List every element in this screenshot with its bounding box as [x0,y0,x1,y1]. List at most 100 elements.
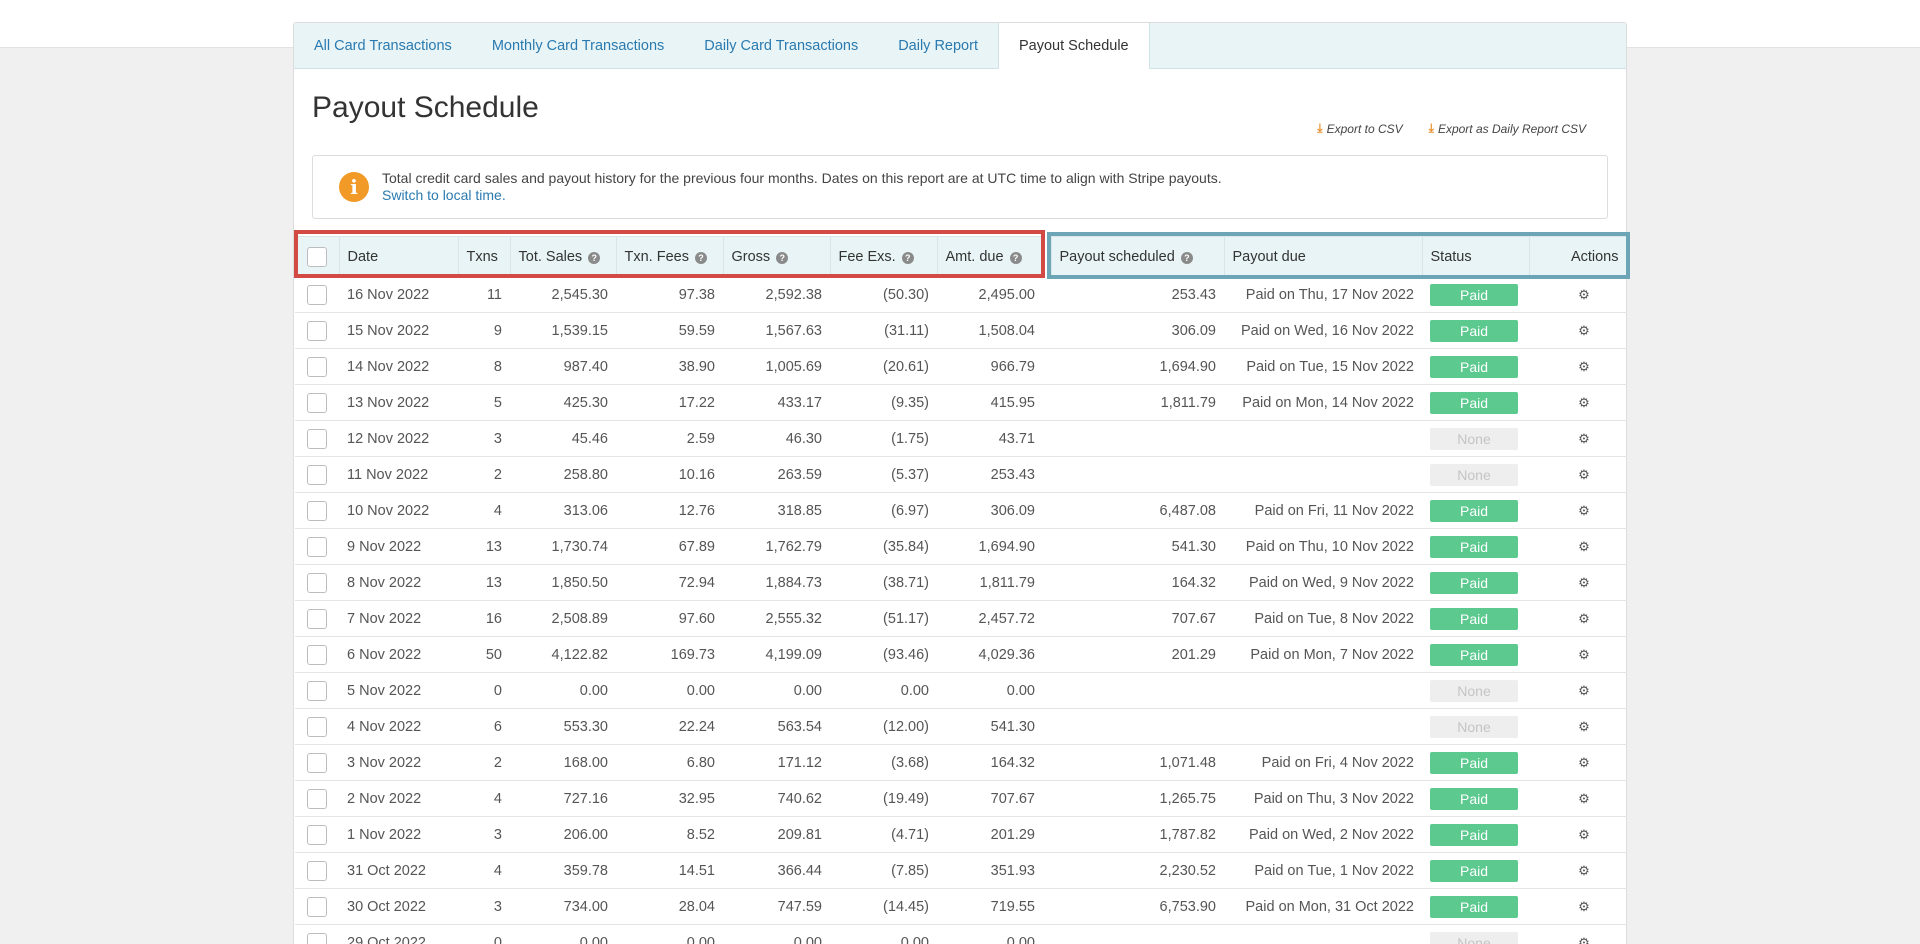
gear-icon[interactable]: ⚙ [1578,287,1590,302]
gear-icon[interactable]: ⚙ [1578,791,1590,806]
col-txn-fees[interactable]: Txn. Fees ? [616,236,724,277]
gear-icon[interactable]: ⚙ [1578,503,1590,518]
gear-icon[interactable]: ⚙ [1578,899,1590,914]
row-checkbox[interactable] [307,860,327,881]
cell-txns: 0 [458,924,510,944]
table-row[interactable]: 12 Nov 2022 3 45.46 2.59 46.30 (1.75) 43.71 Non… [295,420,1627,457]
gear-icon[interactable]: ⚙ [1578,395,1590,410]
gear-icon[interactable]: ⚙ [1578,935,1590,944]
table-row[interactable]: 14 Nov 2022 8 987.40 38.90 1,005.69 (20.61) 96… [295,348,1627,385]
table-row[interactable]: 5 Nov 2022 0 0.00 0.00 0.00 0.00 0.00 None ⚙ [295,672,1627,709]
gear-icon[interactable]: ⚙ [1578,575,1590,590]
gear-icon[interactable]: ⚙ [1578,827,1590,842]
col-txns[interactable]: Txns [458,236,511,277]
table-row[interactable]: 16 Nov 2022 11 2,545.30 97.38 2,592.38 (50.30… [295,276,1627,313]
table-row[interactable]: 13 Nov 2022 5 425.30 17.22 433.17 (9.35) 415.9… [295,384,1627,421]
table-row[interactable]: 6 Nov 2022 50 4,122.82 169.73 4,199.09 (93.46… [295,636,1627,673]
table-row[interactable]: 30 Oct 2022 3 734.00 28.04 747.59 (14.45) 719.… [295,888,1627,925]
question-circle-icon[interactable]: ? [588,251,601,264]
gear-icon[interactable]: ⚙ [1578,683,1590,698]
row-checkbox[interactable] [307,788,327,809]
cell-amt-due: 201.29 [937,816,1043,853]
col-date[interactable]: Date [339,236,459,277]
row-checkbox[interactable] [307,464,327,485]
row-checkbox[interactable] [307,392,327,413]
row-checkbox[interactable] [307,572,327,593]
tab-monthly-card-transactions[interactable]: Monthly Card Transactions [472,23,684,68]
table-row[interactable]: 7 Nov 2022 16 2,508.89 97.60 2,555.32 (51.17)… [295,600,1627,637]
switch-local-time-link[interactable]: Switch to local time. [382,187,1222,204]
status-badge: None [1430,931,1518,944]
row-checkbox[interactable] [307,824,327,845]
col-payout-due[interactable]: Payout due [1224,236,1423,277]
cell-payout-due: Paid on Mon, 7 Nov 2022 [1224,636,1422,673]
col-fee-exs-label: Fee Exs. [838,248,896,265]
col-fee-exs[interactable]: Fee Exs. ? [830,236,938,277]
col-tot-sales[interactable]: Tot. Sales ? [510,236,617,277]
question-circle-icon[interactable]: ? [776,251,789,264]
table-row[interactable]: 1 Nov 2022 3 206.00 8.52 209.81 (4.71) 201.29 1… [295,816,1627,853]
table-row[interactable]: 15 Nov 2022 9 1,539.15 59.59 1,567.63 (31.11)… [295,312,1627,349]
cell-date: 30 Oct 2022 [339,888,458,925]
row-checkbox[interactable] [307,356,327,377]
cell-txns: 6 [458,708,510,745]
cell-txns: 3 [458,816,510,853]
cell-amt-due: 4,029.36 [937,636,1043,673]
table-body: 16 Nov 2022 11 2,545.30 97.38 2,592.38 (50.30… [295,276,1627,944]
col-gross[interactable]: Gross ? [723,236,831,277]
question-circle-icon[interactable]: ? [1180,251,1193,264]
row-checkbox[interactable] [307,716,327,737]
gear-icon[interactable]: ⚙ [1578,359,1590,374]
row-checkbox[interactable] [307,284,327,305]
cell-actions: ⚙ [1529,708,1627,745]
table-row[interactable]: 4 Nov 2022 6 553.30 22.24 563.54 (12.00) 541.3… [295,708,1627,745]
gear-icon[interactable]: ⚙ [1578,611,1590,626]
row-checkbox[interactable] [307,320,327,341]
cell-actions: ⚙ [1529,600,1627,637]
gear-icon[interactable]: ⚙ [1578,647,1590,662]
question-circle-icon[interactable]: ? [1009,251,1022,264]
cell-status: None [1422,924,1529,944]
cell-amt-due: 541.30 [937,708,1043,745]
gear-icon[interactable]: ⚙ [1578,323,1590,338]
tab-daily-report[interactable]: Daily Report [878,23,998,68]
cell-tot-sales: 45.46 [510,420,616,457]
export-csv-link[interactable]: ⤓ Export to CSV [1317,121,1402,136]
gear-icon[interactable]: ⚙ [1578,719,1590,734]
cell-fee-exs: (14.45) [830,888,937,925]
table-row[interactable]: 11 Nov 2022 2 258.80 10.16 263.59 (5.37) 253.4… [295,456,1627,493]
table-row[interactable]: 8 Nov 2022 13 1,850.50 72.94 1,884.73 (38.71)… [295,564,1627,601]
col-status[interactable]: Status [1422,236,1530,277]
tab-payout-schedule[interactable]: Payout Schedule [997,23,1150,69]
table-row[interactable]: 3 Nov 2022 2 168.00 6.80 171.12 (3.68) 164.32 1… [295,744,1627,781]
row-checkbox[interactable] [307,752,327,773]
row-checkbox[interactable] [307,680,327,701]
cell-status: Paid [1422,528,1529,565]
row-checkbox[interactable] [307,608,327,629]
row-checkbox[interactable] [307,896,327,917]
table-row[interactable]: 29 Oct 2022 0 0.00 0.00 0.00 0.00 0.00 None ⚙ [295,924,1627,944]
gear-icon[interactable]: ⚙ [1578,431,1590,446]
gear-icon[interactable]: ⚙ [1578,755,1590,770]
export-daily-report-csv-link[interactable]: ⤓ Export as Daily Report CSV [1429,121,1586,136]
row-checkbox[interactable] [307,644,327,665]
gear-icon[interactable]: ⚙ [1578,467,1590,482]
col-payout-scheduled[interactable]: Payout scheduled ? [1051,236,1225,277]
row-checkbox[interactable] [307,428,327,449]
row-checkbox[interactable] [307,500,327,521]
select-all-checkbox[interactable] [306,246,327,267]
row-checkbox[interactable] [307,536,327,557]
gear-icon[interactable]: ⚙ [1578,863,1590,878]
col-amt-due[interactable]: Amt. due ? [937,236,1044,277]
cell-actions: ⚙ [1529,816,1627,853]
question-circle-icon[interactable]: ? [695,251,707,264]
table-row[interactable]: 31 Oct 2022 4 359.78 14.51 366.44 (7.85) 351.9… [295,852,1627,889]
row-checkbox[interactable] [307,932,327,944]
table-row[interactable]: 10 Nov 2022 4 313.06 12.76 318.85 (6.97) 306.0… [295,492,1627,529]
gear-icon[interactable]: ⚙ [1578,539,1590,554]
tab-all-card-transactions[interactable]: All Card Transactions [294,23,472,68]
tab-daily-card-transactions[interactable]: Daily Card Transactions [684,23,878,68]
table-row[interactable]: 2 Nov 2022 4 727.16 32.95 740.62 (19.49) 707.6… [295,780,1627,817]
table-row[interactable]: 9 Nov 2022 13 1,730.74 67.89 1,762.79 (35.84)… [295,528,1627,565]
question-circle-icon[interactable]: ? [901,251,914,264]
